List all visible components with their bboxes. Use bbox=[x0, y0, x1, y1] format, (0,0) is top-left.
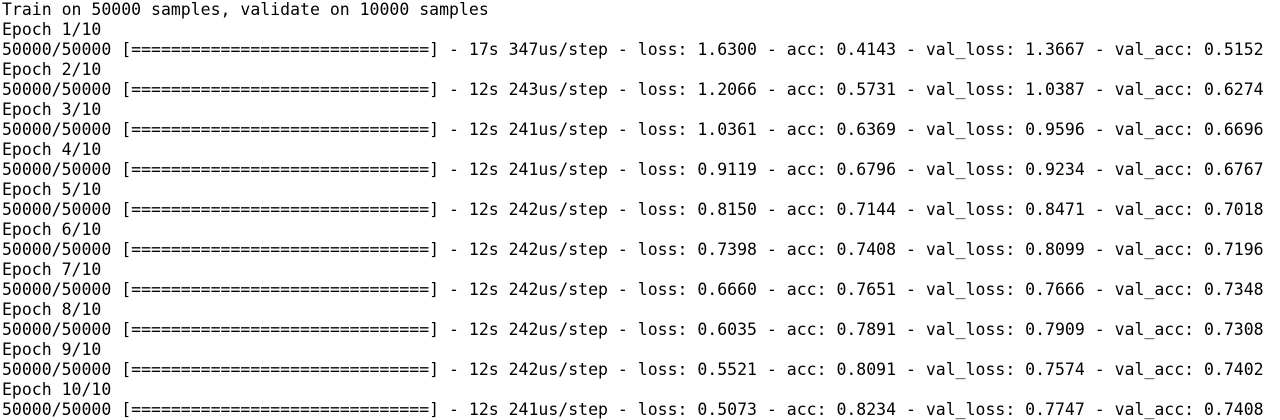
epoch-label: Epoch 6/10 bbox=[2, 220, 102, 239]
epoch-progress-line: 50000/50000 [===========================… bbox=[2, 200, 1264, 219]
epoch-label: Epoch 7/10 bbox=[2, 260, 102, 279]
epoch-label: Epoch 8/10 bbox=[2, 300, 102, 319]
epoch-progress-line: 50000/50000 [===========================… bbox=[2, 160, 1264, 179]
epoch-label: Epoch 5/10 bbox=[2, 180, 102, 199]
epoch-label: Epoch 1/10 bbox=[2, 20, 102, 39]
epoch-label: Epoch 3/10 bbox=[2, 100, 102, 119]
epoch-label: Epoch 9/10 bbox=[2, 340, 102, 359]
epoch-progress-line: 50000/50000 [===========================… bbox=[2, 360, 1264, 379]
epoch-progress-line: 50000/50000 [===========================… bbox=[2, 400, 1264, 419]
training-header-line: Train on 50000 samples, validate on 1000… bbox=[2, 0, 489, 19]
epoch-progress-line: 50000/50000 [===========================… bbox=[2, 320, 1264, 339]
terminal-output: Train on 50000 samples, validate on 1000… bbox=[0, 0, 1280, 420]
epoch-progress-line: 50000/50000 [===========================… bbox=[2, 80, 1264, 99]
epoch-progress-line: 50000/50000 [===========================… bbox=[2, 240, 1264, 259]
epoch-label: Epoch 2/10 bbox=[2, 60, 102, 79]
epoch-label: Epoch 10/10 bbox=[2, 380, 112, 399]
epoch-progress-line: 50000/50000 [===========================… bbox=[2, 120, 1264, 139]
epoch-label: Epoch 4/10 bbox=[2, 140, 102, 159]
epoch-progress-line: 50000/50000 [===========================… bbox=[2, 280, 1264, 299]
epoch-progress-line: 50000/50000 [===========================… bbox=[2, 40, 1264, 59]
